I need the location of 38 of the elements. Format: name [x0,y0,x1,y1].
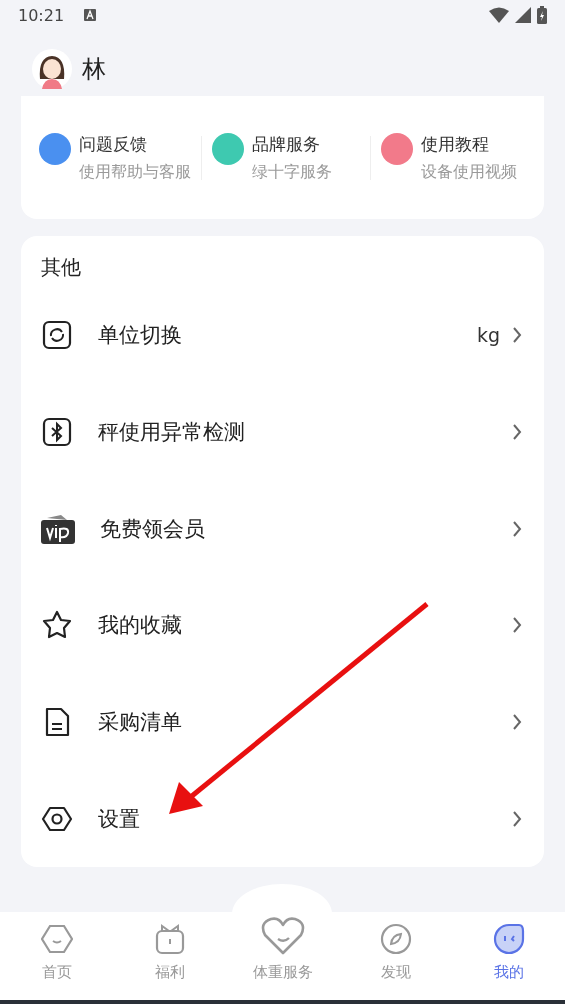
chevron-icon [512,714,522,730]
compass-icon [379,923,412,955]
chevron-icon [512,424,522,440]
menu-row[interactable]: 秤使用异常检测 [41,383,524,481]
menu-row[interactable]: 我的收藏 [41,577,524,674]
user-name: 林 [82,54,106,85]
heart-icon [260,915,305,955]
service-icon[interactable] [212,132,244,165]
section-heading: 其他 [41,254,82,281]
service-subtitle: 绿十字服务 [252,161,332,183]
service-title[interactable]: 使用教程 [420,132,517,156]
service-icon[interactable] [39,132,71,165]
bluetooth-icon [41,416,73,448]
avatar[interactable] [32,49,72,89]
face-icon [492,923,525,955]
battery-icon [537,6,547,24]
menu-row[interactable]: 免费领会员 [41,480,524,577]
hexagon-face-icon [40,923,73,955]
refresh-icon [41,319,73,352]
chevron-icon [512,327,522,344]
service-icon[interactable] [380,132,413,165]
menu-row[interactable]: 单位切换 kg [41,287,524,384]
chevron-icon [512,617,522,634]
menu-row[interactable]: 采购清单 [41,673,524,771]
chevron-icon [512,810,522,827]
status-time: 10:21 [18,5,65,25]
gift-icon [153,923,186,955]
wifi-icon [489,7,509,23]
service-title[interactable]: 问题反馈 [79,132,191,156]
service-title[interactable]: 品牌服务 [252,132,332,156]
unit-value: kg [476,324,500,347]
menu-row[interactable]: 设置 [41,770,524,868]
nav-tab[interactable]: 我的 [452,912,565,1000]
notification-icon [84,9,97,21]
service-subtitle: 使用帮助与客服 [79,161,191,183]
service-subtitle: 设备使用视频 [420,161,517,183]
signal-icon [515,7,531,23]
chevron-icon [512,520,522,537]
